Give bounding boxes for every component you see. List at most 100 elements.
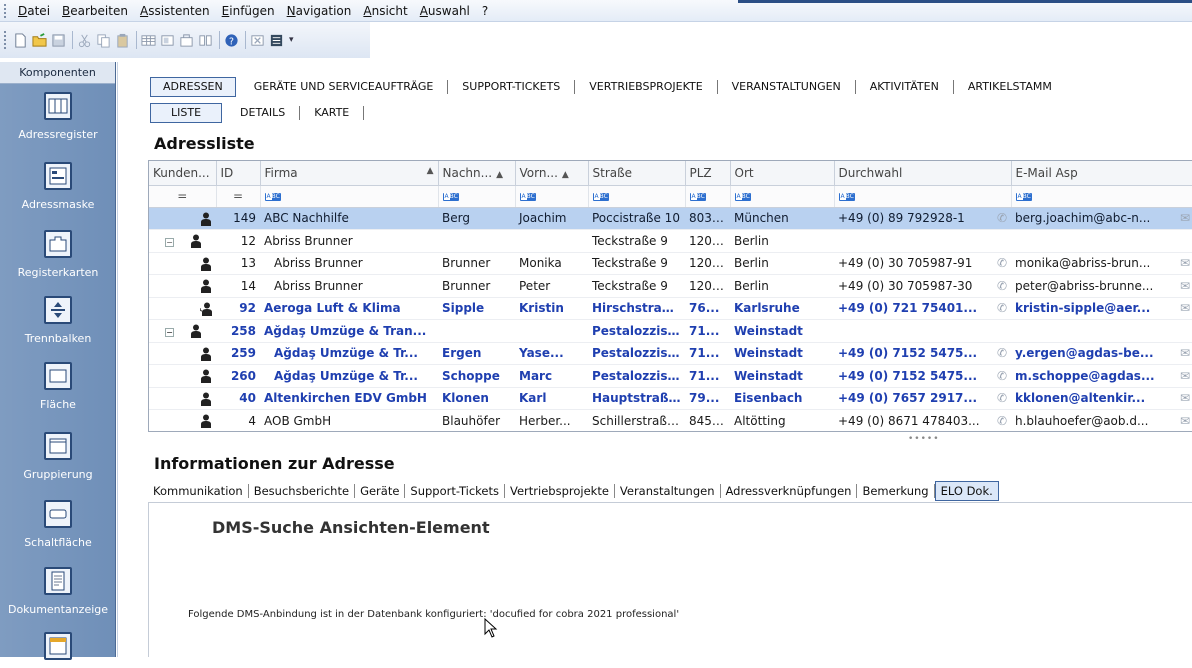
table-row[interactable]: 4 AOB GmbH Blauhöfer Herber... Schillers…	[149, 409, 1192, 431]
tab-adressverknuepfungen[interactable]: Adressverknüpfungen	[721, 484, 858, 498]
column-header-strasse[interactable]: Straße	[588, 161, 686, 186]
open-folder-icon[interactable]	[31, 32, 48, 49]
mail-icon[interactable]: ✉	[1180, 256, 1190, 270]
table-row[interactable]: 92 Aeroga Luft & Klima Sipple Kristin Hi…	[149, 297, 1192, 320]
cell-email[interactable]: h.blauhoefer@aob.d... ✉	[1011, 409, 1192, 431]
tab-besuchsberichte[interactable]: Besuchsberichte	[249, 484, 356, 498]
tab-karte[interactable]: KARTE	[300, 106, 365, 120]
properties-icon[interactable]	[268, 32, 285, 49]
filter-vorname[interactable]: ABC	[515, 185, 589, 208]
tab-details[interactable]: DETAILS	[226, 106, 301, 120]
cell-durchwahl[interactable]: +49 (0) 7657 2917... ✆	[834, 387, 1011, 410]
cell-email[interactable]: kristin-sipple@aer... ✉	[1011, 297, 1192, 320]
menu-auswahl[interactable]: Auswahl	[414, 4, 476, 18]
mail-icon[interactable]: ✉	[1180, 279, 1190, 293]
save-icon[interactable]	[50, 32, 67, 49]
component-adressmaske[interactable]: Adressmaske	[0, 162, 116, 211]
tab-geraete[interactable]: GERÄTE UND SERVICEAUFTRÄGE	[240, 80, 449, 94]
cell-durchwahl[interactable]: +49 (0) 8671 478403... ✆	[834, 409, 1011, 431]
toolbar-overflow-icon[interactable]: ▾	[289, 35, 294, 45]
mail-icon[interactable]: ✉	[1180, 391, 1190, 405]
component-gruppierung[interactable]: Gruppierung	[0, 432, 116, 481]
column-header-firma[interactable]: Firma ▲	[260, 161, 439, 186]
filter-plz[interactable]: ABC	[685, 185, 731, 208]
filter-ort[interactable]: ABC	[730, 185, 835, 208]
cell-email[interactable]: kklonen@altenkir... ✉	[1011, 387, 1192, 410]
cell-email[interactable]: monika@abriss-brun... ✉	[1011, 252, 1192, 275]
phone-icon[interactable]: ✆	[997, 301, 1007, 315]
column-header-durchwahl[interactable]: Durchwahl	[834, 161, 1012, 186]
cut-icon[interactable]	[76, 32, 93, 49]
mail-icon[interactable]: ✉	[1180, 346, 1190, 360]
mail-icon[interactable]: ✉	[1180, 211, 1190, 225]
phone-icon[interactable]: ✆	[997, 279, 1007, 293]
paste-icon[interactable]	[114, 32, 131, 49]
component-registerkarten[interactable]: Registerkarten	[0, 230, 116, 279]
phone-icon[interactable]: ✆	[997, 256, 1007, 270]
toolbar-grip[interactable]	[4, 31, 8, 49]
new-document-icon[interactable]	[12, 32, 29, 49]
mail-icon[interactable]: ✉	[1180, 414, 1190, 428]
phone-icon[interactable]: ✆	[997, 414, 1007, 428]
collapse-toggle-icon[interactable]: −	[165, 327, 174, 337]
filter-strasse[interactable]: ABC	[588, 185, 686, 208]
column-header-email[interactable]: E-Mail Asp	[1011, 161, 1192, 186]
columns-icon[interactable]	[197, 32, 214, 49]
tab-kommunikation[interactable]: Kommunikation	[148, 484, 249, 498]
filter-kunden[interactable]: =	[149, 185, 217, 208]
column-header-ort[interactable]: Ort	[730, 161, 835, 186]
filter-email[interactable]: ABC	[1011, 185, 1192, 208]
phone-icon[interactable]: ✆	[997, 369, 1007, 383]
tab-aktivitaeten[interactable]: AKTIVITÄTEN	[856, 80, 954, 94]
table-row[interactable]: 13 Abriss Brunner Brunner Monika Teckstr…	[149, 252, 1192, 275]
help-icon[interactable]: ?	[223, 32, 240, 49]
table-icon[interactable]	[140, 32, 157, 49]
filter-firma[interactable]: ABC	[260, 185, 439, 208]
column-header-plz[interactable]: PLZ	[685, 161, 731, 186]
tab-geraete-info[interactable]: Geräte	[355, 484, 406, 498]
cell-durchwahl[interactable]: +49 (0) 7152 5475... ✆	[834, 342, 1011, 365]
phone-icon[interactable]: ✆	[997, 211, 1007, 225]
table-row[interactable]: − 12 Abriss Brunner Teckstraße 9 12045 B…	[149, 229, 1192, 253]
column-header-nachname[interactable]: Nachn... ▲	[438, 161, 516, 186]
cell-email[interactable]: peter@abriss-brunne... ✉	[1011, 274, 1192, 298]
cell-durchwahl[interactable]: +49 (0) 30 705987-91 ✆	[834, 252, 1011, 275]
mail-icon[interactable]: ✉	[1180, 369, 1190, 383]
table-row[interactable]: 40 Altenkirchen EDV GmbH Klonen Karl Hau…	[149, 387, 1192, 410]
component-adressregister[interactable]: Adressregister	[0, 92, 116, 141]
delete-icon[interactable]	[249, 32, 266, 49]
table-row[interactable]: 259 Ağdaş Umzüge & Tr... Ergen Yase... P…	[149, 342, 1192, 365]
filter-id[interactable]: =	[216, 185, 261, 208]
tab-veranstaltungen[interactable]: VERANSTALTUNGEN	[718, 80, 856, 94]
column-header-vorname[interactable]: Vorn... ▲	[515, 161, 589, 186]
splitter-handle[interactable]: •••••	[908, 434, 940, 444]
phone-icon[interactable]: ✆	[997, 346, 1007, 360]
cell-durchwahl[interactable]: +49 (0) 721 75401... ✆	[834, 297, 1011, 320]
cell-durchwahl[interactable]: +49 (0) 30 705987-30 ✆	[834, 274, 1011, 298]
mail-icon[interactable]: ✉	[1180, 301, 1190, 315]
tab-vertriebsprojekte-info[interactable]: Vertriebsprojekte	[505, 484, 615, 498]
menu-einfuegen[interactable]: Einfügen	[216, 4, 281, 18]
menu-grip[interactable]	[4, 3, 8, 18]
cell-durchwahl[interactable]: +49 (0) 89 792928-1 ✆	[834, 207, 1011, 230]
column-header-kunden[interactable]: Kunden...	[149, 161, 217, 186]
menu-ansicht[interactable]: Ansicht	[357, 4, 413, 18]
collapse-toggle-icon[interactable]: −	[165, 237, 174, 247]
frame-icon[interactable]	[178, 32, 195, 49]
tab-adressen[interactable]: ADRESSEN	[150, 77, 236, 97]
filter-nachname[interactable]: ABC	[438, 185, 516, 208]
tab-bemerkung[interactable]: Bemerkung	[857, 484, 935, 498]
component-schaltflaeche[interactable]: Schaltfläche	[0, 500, 116, 549]
filter-durchwahl[interactable]: ABC	[834, 185, 1012, 208]
tab-support-tickets[interactable]: SUPPORT-TICKETS	[448, 80, 576, 94]
cell-email[interactable]: berg.joachim@abc-n... ✉	[1011, 207, 1192, 230]
tab-elo-dok[interactable]: ELO Dok.	[934, 481, 999, 501]
table-row[interactable]: − 258 Ağdaş Umzüge & Tran... Pestalozzis…	[149, 319, 1192, 343]
tab-artikelstamm[interactable]: ARTIKELSTAMM	[954, 80, 1066, 94]
menu-bearbeiten[interactable]: Bearbeiten	[56, 4, 134, 18]
tab-liste[interactable]: LISTE	[150, 103, 223, 123]
cell-email[interactable]: y.ergen@agdas-be... ✉	[1011, 342, 1192, 365]
copy-icon[interactable]	[95, 32, 112, 49]
tab-vertriebsprojekte[interactable]: VERTRIEBSPROJEKTE	[575, 80, 718, 94]
tab-veranstaltungen-info[interactable]: Veranstaltungen	[615, 484, 721, 498]
